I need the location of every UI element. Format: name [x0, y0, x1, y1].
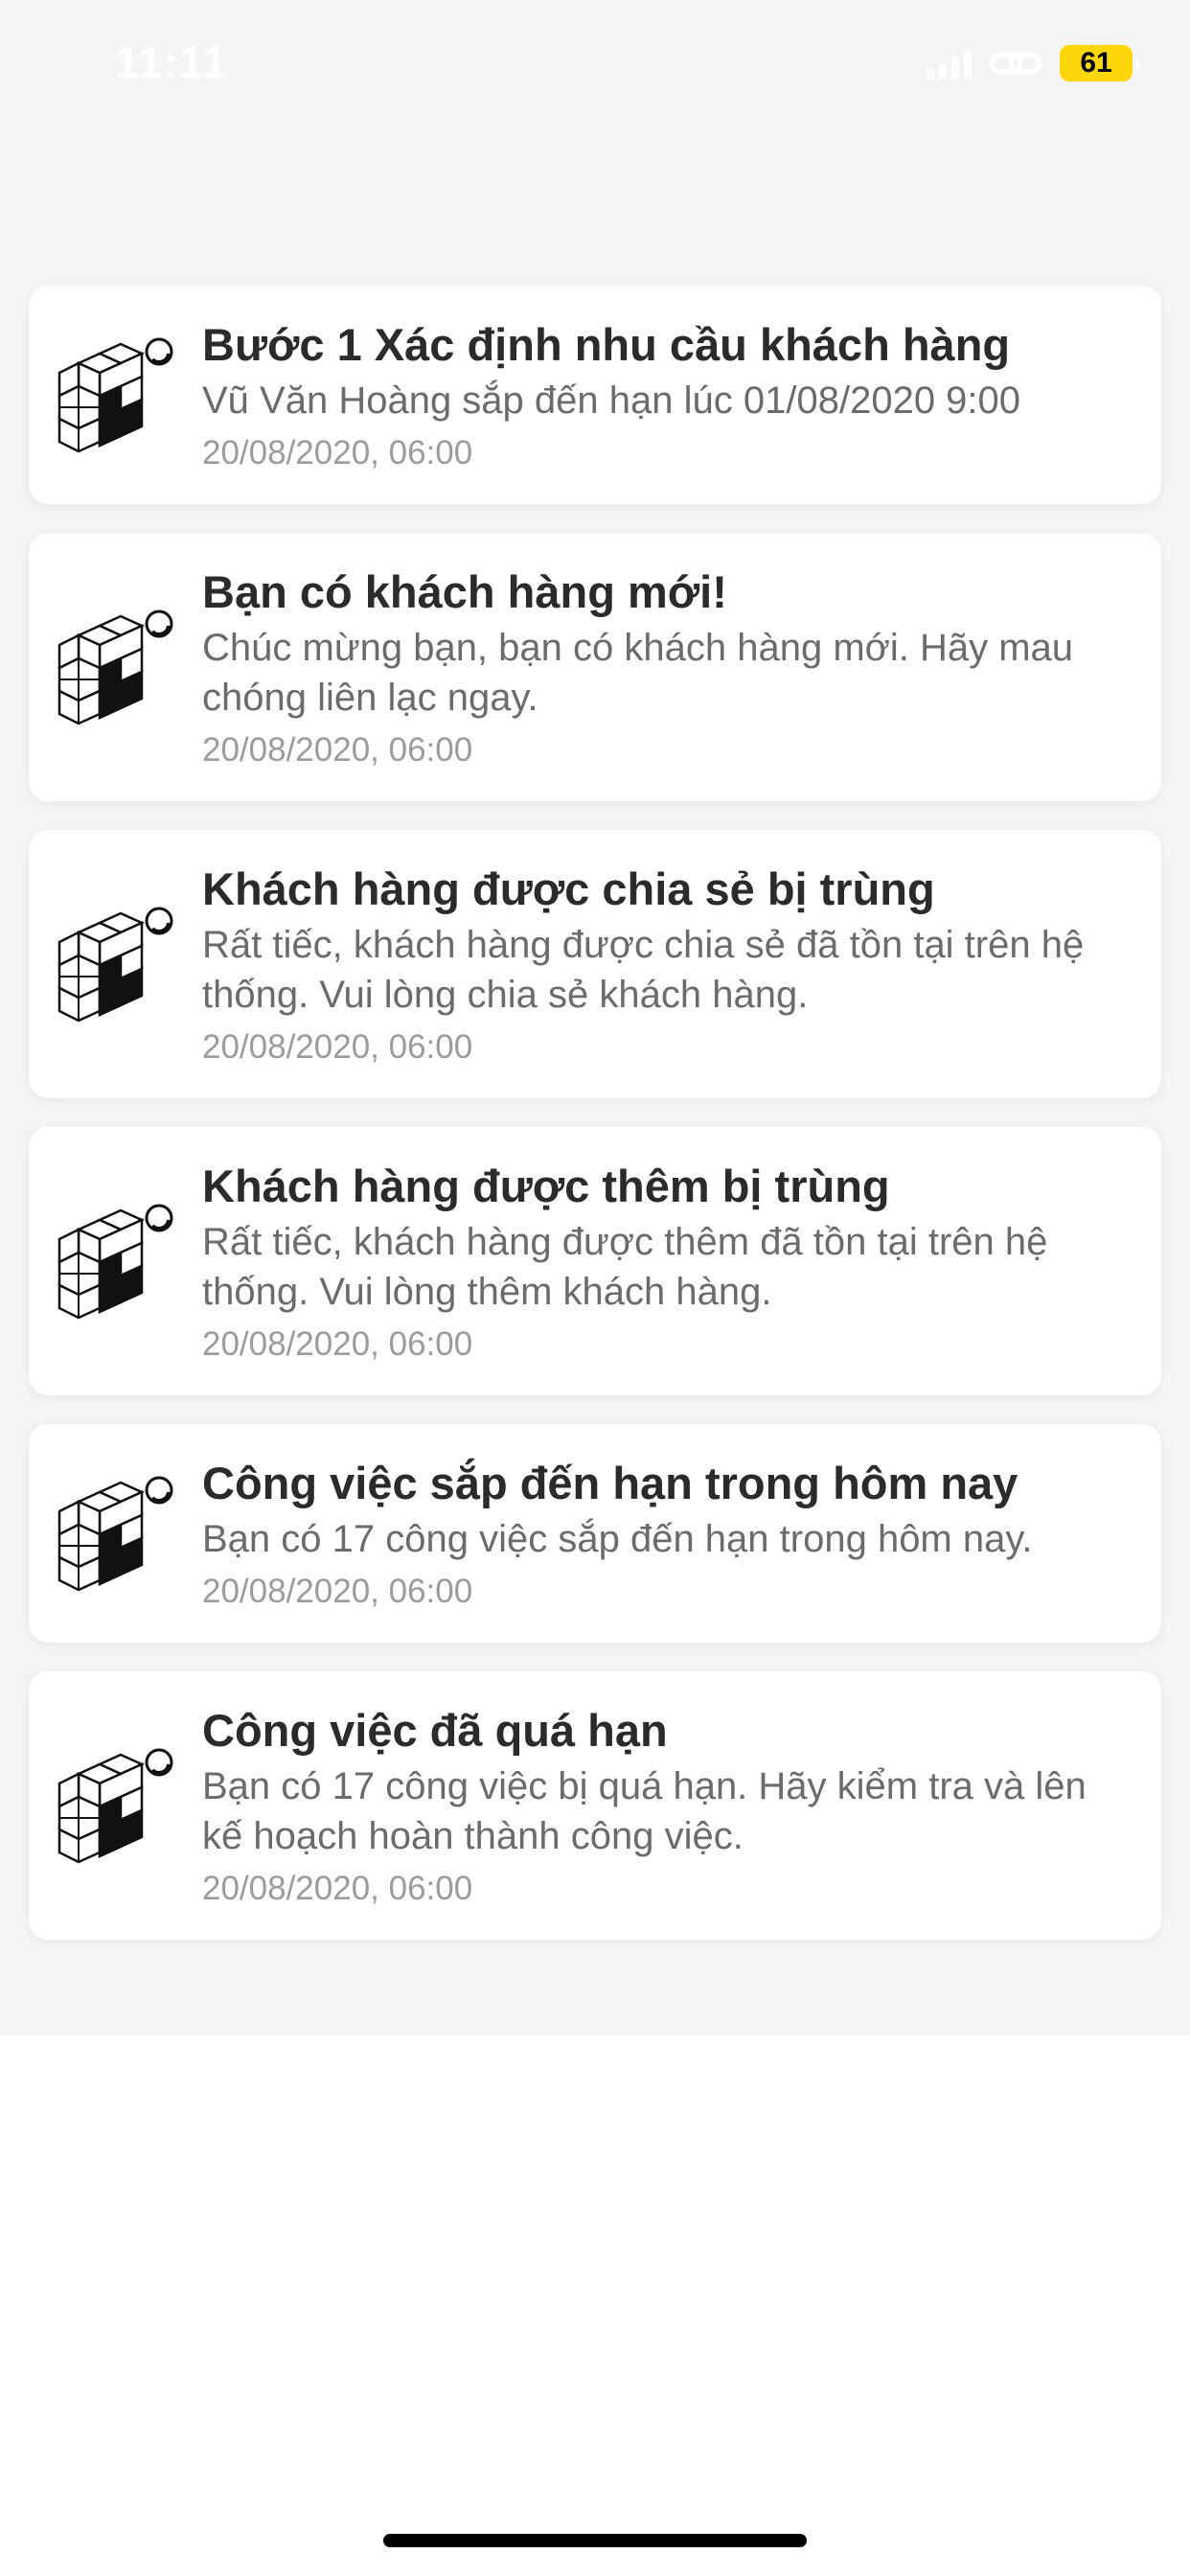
notification-title: Bước 1 Xác định nhu cầu khách hàng: [202, 319, 1011, 370]
notification-time: 20/08/2020, 06:00: [202, 1573, 473, 1610]
notification-body: Rất tiếc, khách hàng được chia sẻ đã tồn…: [202, 924, 1085, 1016]
signal-icon: [927, 48, 972, 79]
notification-time: 20/08/2020, 06:00: [202, 731, 473, 769]
notification-time: 20/08/2020, 06:00: [202, 1325, 473, 1363]
cube-blocks-icon: [57, 1476, 173, 1592]
notification-item[interactable]: Bước 1 Xác định nhu cầu khách hàng Vũ Vă…: [29, 286, 1161, 504]
notification-title: Công việc đã quá hạn: [202, 1705, 668, 1756]
notification-body: Chúc mừng bạn, bạn có khách hàng mới. Hã…: [202, 627, 1074, 719]
notification-item[interactable]: Bạn có khách hàng mới! Chúc mừng bạn, bạ…: [29, 533, 1161, 801]
notification-body: Vũ Văn Hoàng sắp đến hạn lúc 01/08/2020 …: [202, 380, 1021, 422]
battery-icon: 61: [1060, 45, 1139, 81]
notification-time: 20/08/2020, 06:00: [202, 1028, 473, 1066]
notification-item[interactable]: Khách hàng được chia sẻ bị trùng Rất tiế…: [29, 830, 1161, 1098]
cube-blocks-icon: [57, 1748, 173, 1864]
cube-blocks-icon: [57, 907, 173, 1023]
status-time: 11:11: [115, 37, 228, 87]
battery-level: 61: [1080, 47, 1112, 79]
notification-body: Rất tiếc, khách hàng được thêm đã tồn tạ…: [202, 1221, 1048, 1313]
link-icon: [989, 46, 1042, 80]
cube-blocks-icon: [57, 610, 173, 725]
notification-list: Bước 1 Xác định nhu cầu khách hàng Vũ Vă…: [29, 286, 1161, 1940]
home-indicator[interactable]: [383, 2534, 807, 2547]
notification-body: Bạn có 17 công việc bị quá hạn. Hãy kiểm…: [202, 1765, 1087, 1857]
status-indicators: 61: [927, 42, 1139, 84]
status-bar: 11:11 61: [0, 0, 1190, 134]
notification-title: Công việc sắp đến hạn trong hôm nay: [202, 1458, 1018, 1508]
notification-title: Khách hàng được chia sẻ bị trùng: [202, 863, 935, 914]
notification-item[interactable]: Công việc sắp đến hạn trong hôm nay Bạn …: [29, 1424, 1161, 1643]
notification-item[interactable]: Công việc đã quá hạn Bạn có 17 công việc…: [29, 1671, 1161, 1940]
notification-title: Bạn có khách hàng mới!: [202, 566, 727, 617]
cube-blocks-icon: [57, 1204, 173, 1320]
notification-item[interactable]: Khách hàng được thêm bị trùng Rất tiếc, …: [29, 1127, 1161, 1395]
cube-blocks-icon: [57, 337, 173, 453]
notifications-screen: 11:11 61 Bước 1 Xác định nhu cầu khách h…: [0, 0, 1190, 2576]
notification-time: 20/08/2020, 06:00: [202, 1870, 473, 1907]
notification-title: Khách hàng được thêm bị trùng: [202, 1161, 890, 1211]
notification-body: Bạn có 17 công việc sắp đến hạn trong hô…: [202, 1518, 1033, 1560]
notification-time: 20/08/2020, 06:00: [202, 434, 473, 472]
